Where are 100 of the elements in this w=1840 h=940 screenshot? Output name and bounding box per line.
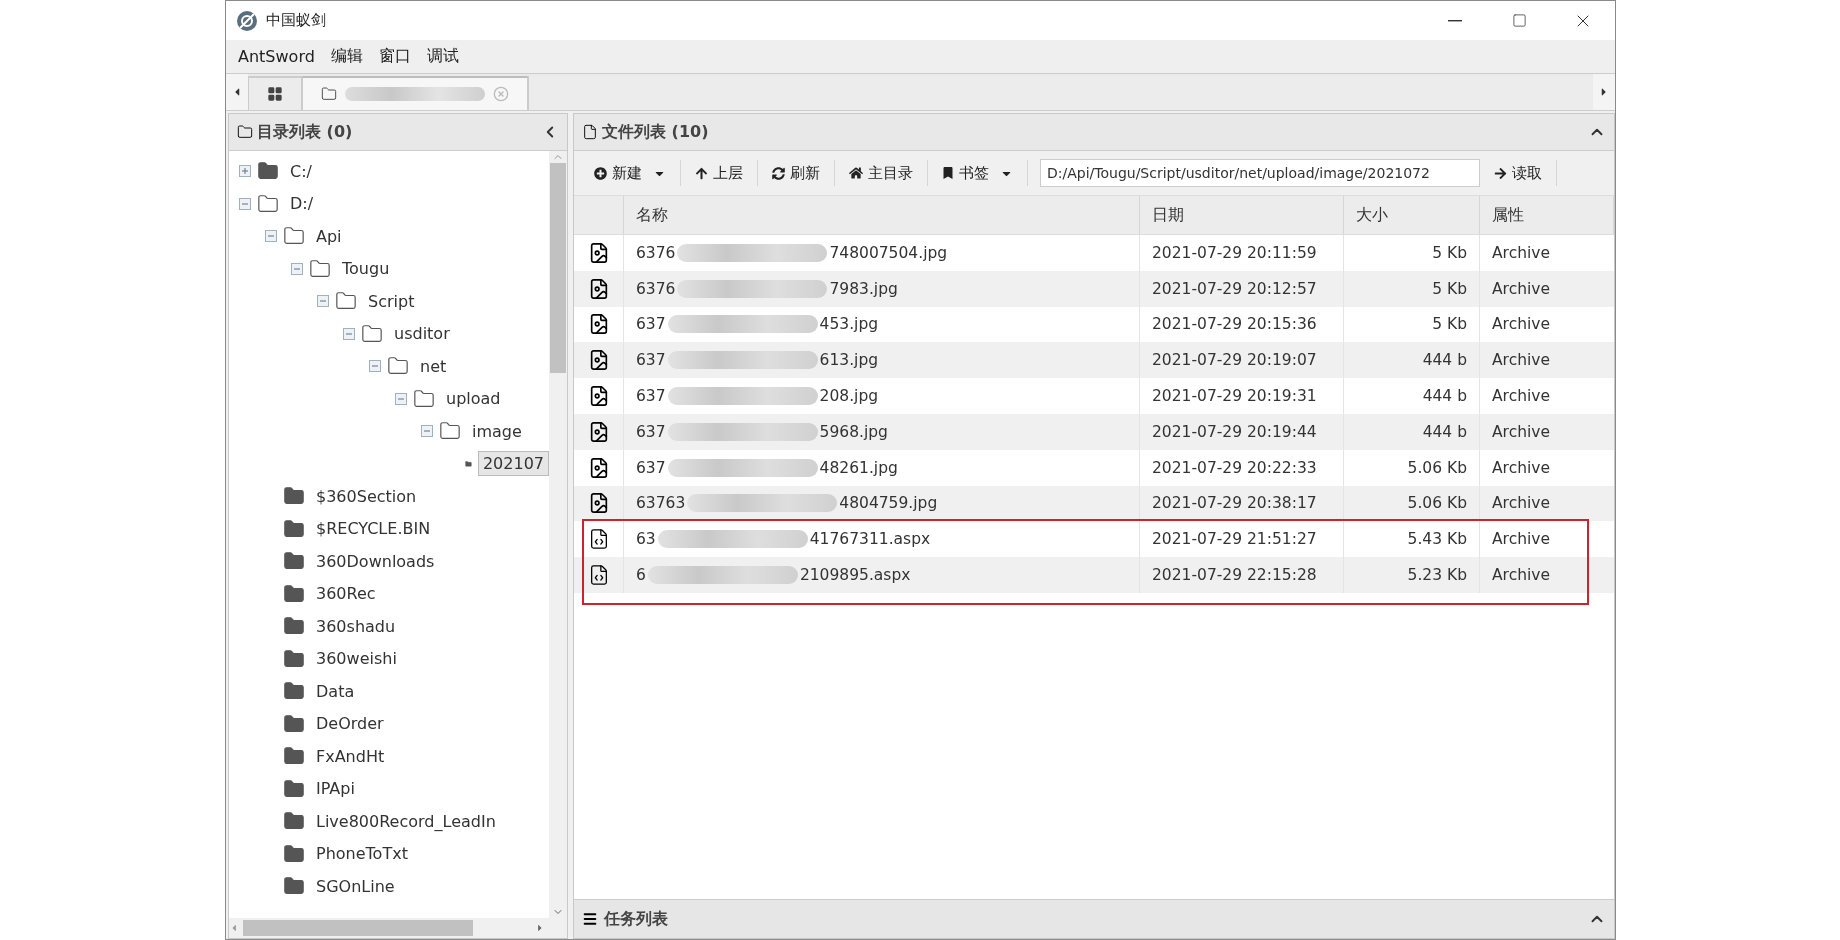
folder-icon	[283, 582, 305, 605]
grid-icon	[267, 86, 283, 102]
scrollbar-thumb[interactable]	[243, 920, 473, 936]
file-name-cell: 6 2109895.aspx	[624, 557, 1140, 593]
attribute-cell-text: Archive	[1491, 314, 1551, 336]
toolbar-button[interactable]: 上层	[681, 160, 758, 186]
tree-item[interactable]: Api	[311, 223, 347, 249]
tree-item[interactable]: Live800Record_LeadIn	[311, 808, 501, 834]
tree-item[interactable]: FxAndHt	[311, 743, 390, 769]
date-cell: 2021-07-29 20:19:31	[1140, 378, 1344, 414]
tree-item[interactable]: Script	[363, 288, 420, 314]
size-cell: 444 b	[1344, 378, 1480, 414]
toolbar-button[interactable]: 新建	[580, 160, 681, 186]
collapse-toggle-icon[interactable]	[395, 392, 407, 405]
file-name-cell: 6376 7983.jpg	[624, 270, 1140, 307]
panel-title: 文件列表 (10)	[602, 121, 710, 143]
scroll-right-button[interactable]	[1593, 74, 1615, 110]
date-cell: 2021-07-29 22:15:28	[1140, 557, 1344, 593]
maximize-icon	[1511, 13, 1527, 28]
panel-title: 任务列表	[604, 908, 669, 930]
collapse-toggle-icon[interactable]	[291, 262, 303, 275]
date-cell: 2021-07-29 20:22:33	[1140, 449, 1344, 486]
close-tab-icon[interactable]	[493, 86, 509, 102]
folder-icon	[237, 124, 253, 140]
collapse-toggle-icon[interactable]	[317, 295, 329, 308]
file-icon	[582, 124, 598, 140]
expand-toggle-icon[interactable]	[239, 165, 251, 178]
tree-item[interactable]: net	[415, 353, 452, 379]
path-field[interactable]: D:/Api/Tougu/Script/usditor/net/upload/image/2021072	[1040, 159, 1480, 187]
size-cell: 5 Kb	[1344, 235, 1480, 271]
folder-icon	[321, 86, 337, 102]
tree-item[interactable]: 360weishi	[311, 646, 402, 672]
attribute-cell-text: Archive	[1491, 493, 1551, 515]
column-header[interactable]: 日期	[1140, 196, 1344, 234]
size-cell: 444 b	[1344, 414, 1480, 450]
home-tab[interactable]	[248, 76, 302, 110]
collapse-toggle-icon[interactable]	[239, 197, 251, 210]
menu-item[interactable]: 窗口	[372, 42, 417, 71]
tree-item[interactable]: PhoneToTxt	[311, 841, 413, 867]
scrollbar-thumb[interactable]	[550, 163, 566, 373]
folder-icon	[283, 842, 305, 865]
menu-item[interactable]: 编辑	[324, 42, 369, 71]
tree-item[interactable]: 360Rec	[311, 581, 381, 607]
bookmark-icon	[942, 167, 954, 179]
tree-item[interactable]: C:/	[285, 158, 317, 184]
tree-item[interactable]: upload	[441, 386, 506, 412]
date-cell: 2021-07-29 20:11:59	[1140, 235, 1344, 271]
attribute-cell-text: Archive	[1491, 421, 1551, 443]
minimize-icon	[1448, 19, 1462, 22]
menu-item[interactable]: 调试	[420, 42, 465, 71]
collapse-toggle-icon[interactable]	[265, 230, 277, 243]
tree-item[interactable]: 360shadu	[311, 613, 401, 639]
column-header[interactable]: 属性	[1480, 196, 1614, 234]
file-name-cell: 6376 748007504.jpg	[624, 235, 1140, 271]
toolbar-button[interactable]: 刷新	[758, 160, 835, 186]
tree-item[interactable]: $RECYCLE.BIN	[311, 516, 436, 542]
file-name-cell: 637 48261.jpg	[624, 449, 1140, 486]
column-header[interactable]: 名称	[624, 196, 1140, 234]
date-cell: 2021-07-29 20:19:44	[1140, 414, 1344, 450]
folder-icon	[361, 322, 383, 345]
attribute-cell-text: Archive	[1491, 457, 1551, 479]
collapse-toggle-icon[interactable]	[343, 327, 355, 340]
tree-item[interactable]: Data	[311, 678, 360, 704]
size-cell: 5.23 Kb	[1344, 557, 1480, 593]
collapse-toggle-icon[interactable]	[421, 425, 433, 438]
menu-item[interactable]: AntSword	[232, 43, 321, 70]
tree-item[interactable]: SGOnLine	[311, 873, 400, 899]
toolbar-button[interactable]: 主目录	[835, 160, 928, 186]
panel-title: 目录列表 (0)	[257, 121, 354, 143]
file-name-cell: 637 5968.jpg	[624, 414, 1140, 450]
attribute-cell-text: Archive	[1491, 386, 1551, 408]
tree-item[interactable]: image	[467, 418, 527, 444]
folder-icon	[283, 647, 305, 670]
tree-item[interactable]: IPApi	[311, 776, 360, 802]
size-cell: 5 Kb	[1344, 270, 1480, 307]
folder-icon	[413, 387, 435, 410]
column-header[interactable]: 大小	[1344, 196, 1480, 234]
tree-item[interactable]: D:/	[285, 191, 319, 217]
attribute-cell-text: Archive	[1491, 278, 1551, 300]
file-name-cell: 637 208.jpg	[624, 378, 1140, 414]
scroll-left-button[interactable]	[226, 74, 248, 110]
folder-icon	[257, 192, 279, 215]
date-cell: 2021-07-29 20:12:57	[1140, 270, 1344, 307]
tree-item[interactable]: 360Downloads	[311, 548, 440, 574]
attribute-cell-text: Archive	[1491, 350, 1551, 372]
list-icon	[582, 911, 598, 927]
toolbar-button[interactable]: 书签	[928, 160, 1028, 186]
tree-item[interactable]: 202107	[477, 451, 549, 477]
tree-item[interactable]: DeOrder	[311, 711, 389, 737]
window-title: 中国蚁剑	[266, 11, 327, 30]
collapse-toggle-icon[interactable]	[369, 360, 381, 373]
folder-icon	[283, 777, 305, 800]
refresh-icon	[772, 166, 785, 180]
arrow-right-icon	[1494, 166, 1507, 180]
tree-item[interactable]: usditor	[389, 321, 455, 347]
attribute-cell-text: Archive	[1491, 565, 1551, 587]
tree-item[interactable]: $360Section	[311, 483, 422, 509]
app-logo-icon	[236, 9, 258, 32]
read-button[interactable]: 读取	[1480, 160, 1557, 186]
tree-item[interactable]: Tougu	[337, 256, 395, 282]
